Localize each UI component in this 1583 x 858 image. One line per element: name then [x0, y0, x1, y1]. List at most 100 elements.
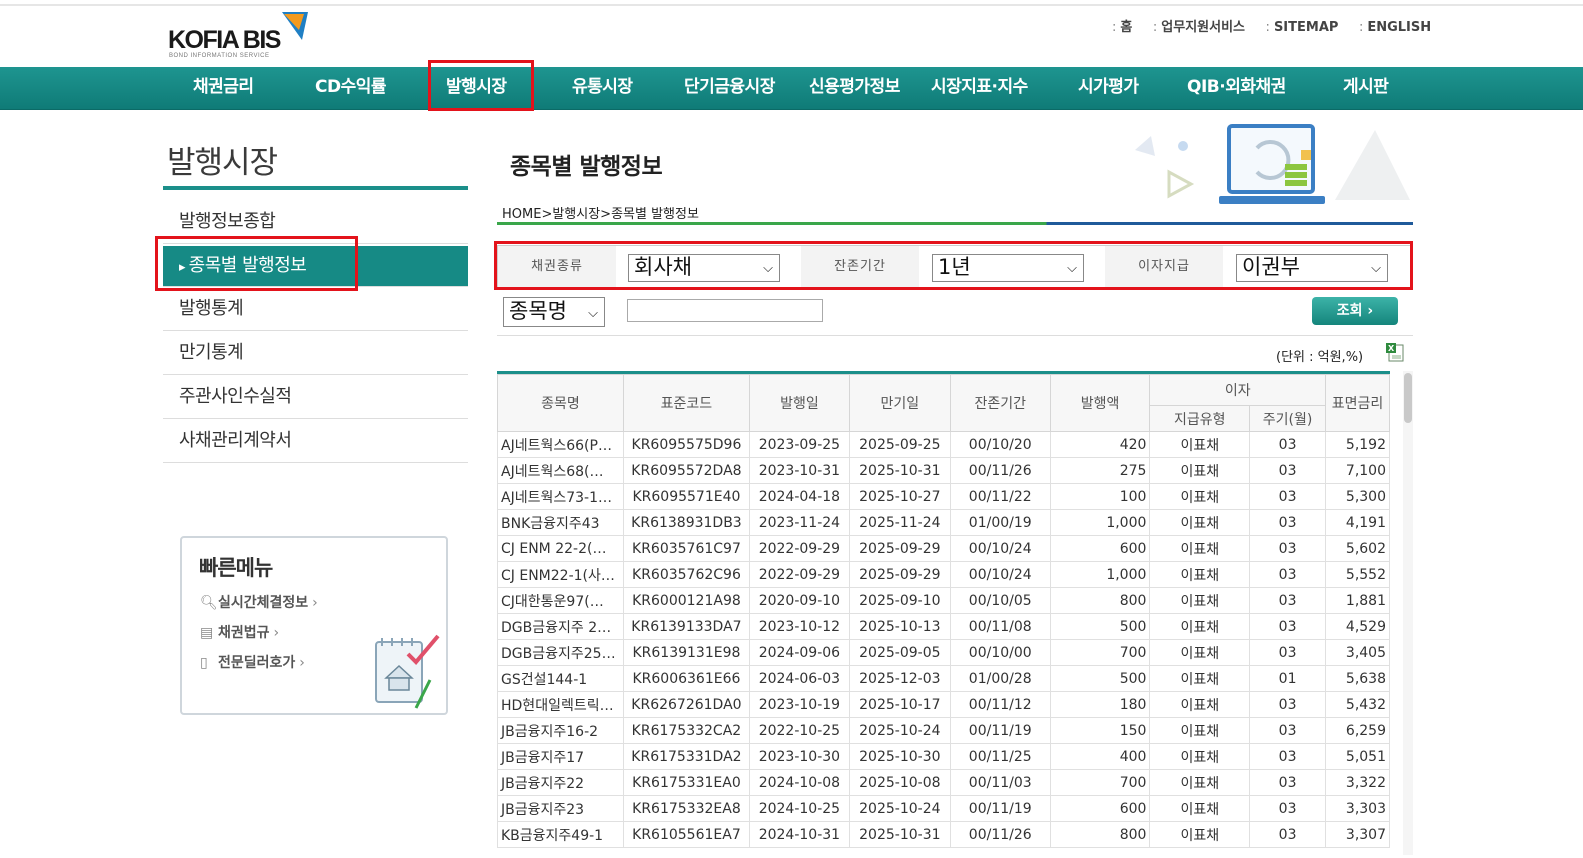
util-link-home[interactable]: 홈: [1112, 20, 1132, 35]
cell-maturity-date: 2025-09-29: [848, 535, 951, 562]
table-row[interactable]: HD현대일렉트릭… KR6267261DA0 2023-10-19 2025-10-1…: [497, 691, 1390, 718]
cell-remaining-term: 00/11/25: [949, 743, 1051, 770]
cell-name[interactable]: BNK금융지주43: [497, 509, 624, 536]
cell-name[interactable]: DGB금융지주25…: [497, 639, 624, 666]
quick-item-realtime-trades[interactable]: 🔍︎실시간체결정보 ›: [200, 592, 318, 612]
gnb-cd-yield[interactable]: CD수익률: [315, 67, 387, 109]
table-scrollbar[interactable]: [1403, 371, 1413, 855]
col-header-code[interactable]: 표준코드: [622, 374, 750, 432]
table-row[interactable]: KB금융지주49-1 KR6105561EA7 2024-10-31 2025-10-…: [497, 821, 1390, 848]
col-header-payment-type[interactable]: 지급유형: [1149, 405, 1251, 432]
cell-coupon-rate: 3,322: [1324, 769, 1390, 796]
kofia-logo[interactable]: KOFIA BIS BOND INFORMATION SERVICE: [168, 12, 313, 62]
col-header-coupon-rate[interactable]: 표면금리: [1324, 374, 1390, 432]
cell-name[interactable]: CJ ENM22-1(사…: [497, 561, 624, 588]
cell-coupon-rate: 5,432: [1324, 691, 1390, 718]
col-header-issue-date[interactable]: 발행일: [748, 374, 850, 432]
cell-name[interactable]: JB금융지주22: [497, 769, 624, 796]
cell-name[interactable]: JB금융지주17: [497, 743, 624, 770]
chevron-down-icon: ⌵: [588, 306, 598, 321]
table-row[interactable]: AJ네트웍스66(P… KR6095575D96 2023-09-25 2025-09…: [497, 431, 1390, 458]
table-row[interactable]: DGB금융지주 2… KR6139133DA7 2023-10-12 2025-10-…: [497, 613, 1390, 640]
cell-name[interactable]: CJ대한통운97(…: [497, 587, 624, 614]
cell-name[interactable]: DGB금융지주 2…: [497, 613, 624, 640]
cell-name[interactable]: HD현대일렉트릭…: [497, 691, 624, 718]
cell-remaining-term: 00/10/05: [949, 587, 1051, 614]
table-row[interactable]: JB금융지주16-2 KR6175332CA2 2022-10-25 2025-10-…: [497, 717, 1390, 744]
cell-issue-date: 2023-10-30: [748, 743, 850, 770]
table-row[interactable]: JB금융지주17 KR6175331DA2 2023-10-30 2025-10-30…: [497, 743, 1390, 770]
search-button[interactable]: 조회 ›: [1312, 297, 1398, 325]
col-header-name[interactable]: 종목명: [497, 374, 624, 432]
cell-name[interactable]: GS건설144-1: [497, 665, 624, 692]
cell-name[interactable]: CJ ENM 22-2(…: [497, 535, 624, 562]
cell-payment-type: 이표채: [1149, 613, 1251, 640]
table-row[interactable]: DGB금융지주25… KR6139131E98 2024-09-06 2025-09-…: [497, 639, 1390, 666]
cell-issue-amount: 800: [1049, 587, 1151, 614]
cell-maturity-date: 2025-10-31: [848, 821, 951, 848]
search-icon: 🔍︎: [200, 595, 218, 611]
cell-issue-date: 2024-09-06: [748, 639, 850, 666]
cell-maturity-date: 2025-09-05: [848, 639, 951, 666]
table-row[interactable]: BNK금융지주43 KR6138931DB3 2023-11-24 2025-11-2…: [497, 509, 1390, 536]
bond-name-input[interactable]: [627, 299, 823, 322]
table-row[interactable]: JB금융지주22 KR6175331EA0 2024-10-08 2025-10-08…: [497, 769, 1390, 796]
cell-period: 03: [1249, 457, 1326, 484]
sidebar-item-bond-management-contract[interactable]: 사채관리계약서: [163, 419, 468, 463]
logo-text: KOFIA BIS: [168, 26, 281, 54]
cell-name[interactable]: JB금융지주23: [497, 795, 624, 822]
gnb-credit-rating[interactable]: 신용평가정보: [809, 67, 900, 109]
col-header-issue-amount[interactable]: 발행액: [1049, 374, 1151, 432]
util-link-sitemap[interactable]: SITEMAP: [1266, 20, 1339, 35]
table-row[interactable]: JB금융지주23 KR6175332EA8 2024-10-25 2025-10-24…: [497, 795, 1390, 822]
util-link-english[interactable]: ENGLISH: [1359, 20, 1431, 35]
gnb-valuation[interactable]: 시가평가: [1078, 67, 1139, 109]
cell-coupon-rate: 7,100: [1324, 457, 1390, 484]
excel-download-icon[interactable]: X: [1386, 343, 1404, 362]
sidebar-item-underwriter-results[interactable]: 주관사인수실적: [163, 375, 468, 419]
cell-code: KR6175332CA2: [622, 717, 750, 744]
cell-issue-amount: 420: [1049, 431, 1151, 458]
top-divider: [0, 4, 1583, 6]
gnb-board[interactable]: 게시판: [1343, 67, 1389, 109]
cell-period: 03: [1249, 717, 1326, 744]
cell-maturity-date: 2025-10-31: [848, 457, 951, 484]
cell-name[interactable]: AJ네트웍스68(…: [497, 457, 624, 484]
search-field-value: 종목명: [509, 299, 567, 323]
sidebar-item-maturity-stats[interactable]: 만기통계: [163, 331, 468, 375]
table-row[interactable]: CJ ENM22-1(사… KR6035762C96 2022-09-29 2025-…: [497, 561, 1390, 588]
gnb-short-term-market[interactable]: 단기금융시장: [684, 67, 775, 109]
sidebar-item-issue-stats[interactable]: 발행통계: [163, 287, 468, 331]
chevron-right-icon: ›: [273, 625, 280, 641]
page-title: 종목별 발행정보: [510, 154, 663, 180]
cell-remaining-term: 00/10/24: [949, 535, 1051, 562]
col-header-period[interactable]: 주기(월): [1249, 405, 1326, 432]
table-row[interactable]: GS건설144-1 KR6006361E66 2024-06-03 2025-12-0…: [497, 665, 1390, 692]
table-row[interactable]: AJ네트웍스73-1… KR6095571E40 2024-04-18 2025-10…: [497, 483, 1390, 510]
table-row[interactable]: CJ대한통운97(… KR6000121A98 2020-09-10 2025-09-…: [497, 587, 1390, 614]
cell-maturity-date: 2025-12-03: [848, 665, 951, 692]
col-header-maturity-date[interactable]: 만기일: [848, 374, 951, 432]
search-field-select[interactable]: 종목명 ⌵: [503, 297, 605, 327]
quick-menu-title: 빠른메뉴: [199, 556, 273, 580]
table-row[interactable]: AJ네트웍스68(… KR6095572DA8 2023-10-31 2025-10-…: [497, 457, 1390, 484]
quick-item-bond-law[interactable]: ▤ 채권법규 ›: [200, 622, 279, 642]
quick-item-label: 채권법규: [218, 625, 270, 641]
cell-payment-type: 이표채: [1149, 431, 1251, 458]
chevron-right-icon: ›: [299, 655, 305, 671]
scrollbar-thumb[interactable]: [1404, 373, 1412, 423]
col-header-remaining-term[interactable]: 잔존기간: [949, 374, 1051, 432]
cell-code: KR6000121A98: [622, 587, 750, 614]
cell-name[interactable]: AJ네트웍스73-1…: [497, 483, 624, 510]
gnb-bond-rate[interactable]: 채권금리: [193, 67, 254, 109]
unit-text: (단위 : 억원,%): [1276, 350, 1364, 365]
gnb-qib-foreign-bond[interactable]: QIB·외화채권: [1187, 67, 1286, 109]
cell-name[interactable]: AJ네트웍스66(P…: [497, 431, 624, 458]
gnb-market-index[interactable]: 시장지표·지수: [931, 67, 1028, 109]
table-row[interactable]: CJ ENM 22-2(… KR6035761C97 2022-09-29 2025-…: [497, 535, 1390, 562]
quick-item-dealer-quotes[interactable]: ▯ 전문딜러호가 ›: [200, 652, 305, 672]
cell-name[interactable]: JB금융지주16-2: [497, 717, 624, 744]
gnb-secondary-market[interactable]: 유통시장: [572, 67, 633, 109]
cell-name[interactable]: KB금융지주49-1: [497, 821, 624, 848]
util-link-support[interactable]: 업무지원서비스: [1153, 20, 1245, 35]
